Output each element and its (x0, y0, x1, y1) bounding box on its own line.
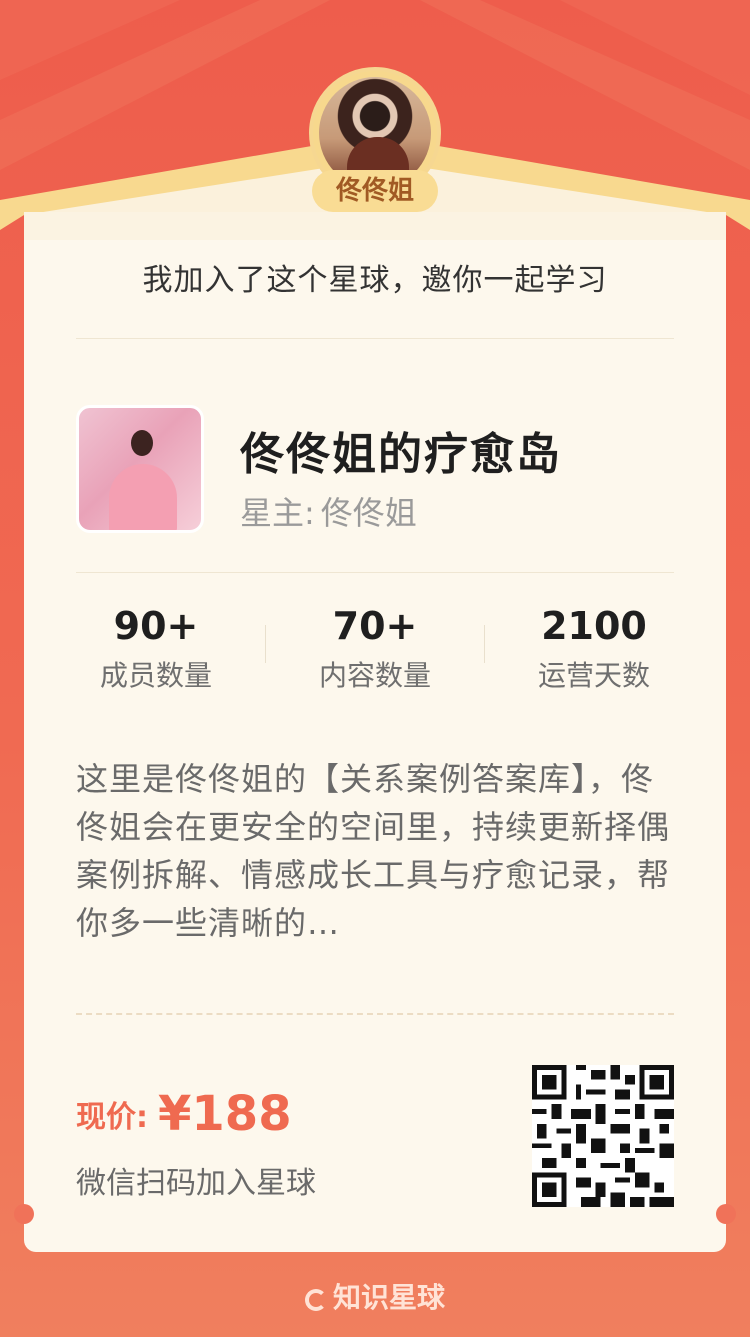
card-notch-left (14, 1204, 34, 1224)
divider (76, 572, 674, 573)
group-logo-head (131, 430, 153, 456)
brand-name: 知识星球 (332, 1281, 445, 1314)
owner-name: 佟佟姐 (320, 494, 417, 532)
stat-days: 2100 运营天数 (484, 600, 704, 694)
price-label: 现价: (76, 1100, 148, 1135)
price-value: ¥188 (158, 1086, 292, 1142)
group-logo (76, 405, 204, 533)
scan-hint: 微信扫码加入星球 (76, 1166, 316, 1201)
stat-label: 内容数量 (318, 659, 431, 692)
card-notch-right (716, 1204, 736, 1224)
price-row: 现价: ¥188 (76, 1086, 292, 1142)
stat-value: 90+ (113, 604, 199, 648)
host-name-pill: 佟佟姐 (312, 170, 438, 212)
stat-members: 90+ 成员数量 (46, 600, 266, 694)
divider (76, 338, 674, 339)
brand-footer: 知识星球 (0, 1276, 750, 1316)
stat-value: 70+ (332, 604, 418, 648)
stat-label: 成员数量 (99, 659, 212, 692)
group-description: 这里是佟佟姐的【关系案例答案库】，佟佟姐会在更安全的空间里，持续更新择偶案例拆解… (76, 760, 671, 942)
invite-text: 我加入了这个星球，邀你一起学习 (142, 263, 608, 298)
stat-label: 运营天数 (537, 659, 650, 692)
stat-contents: 70+ 内容数量 (265, 600, 485, 694)
qr-code[interactable] (532, 1065, 674, 1207)
group-owner: 星主: 佟佟姐 (240, 488, 423, 534)
stat-value: 2100 (541, 604, 647, 648)
brand-logo-icon (304, 1289, 327, 1311)
group-title: 佟佟姐的疗愈岛 (240, 429, 562, 480)
dashed-divider (76, 1013, 674, 1015)
owner-prefix: 星主: (240, 494, 315, 532)
group-logo-figure (109, 464, 177, 530)
